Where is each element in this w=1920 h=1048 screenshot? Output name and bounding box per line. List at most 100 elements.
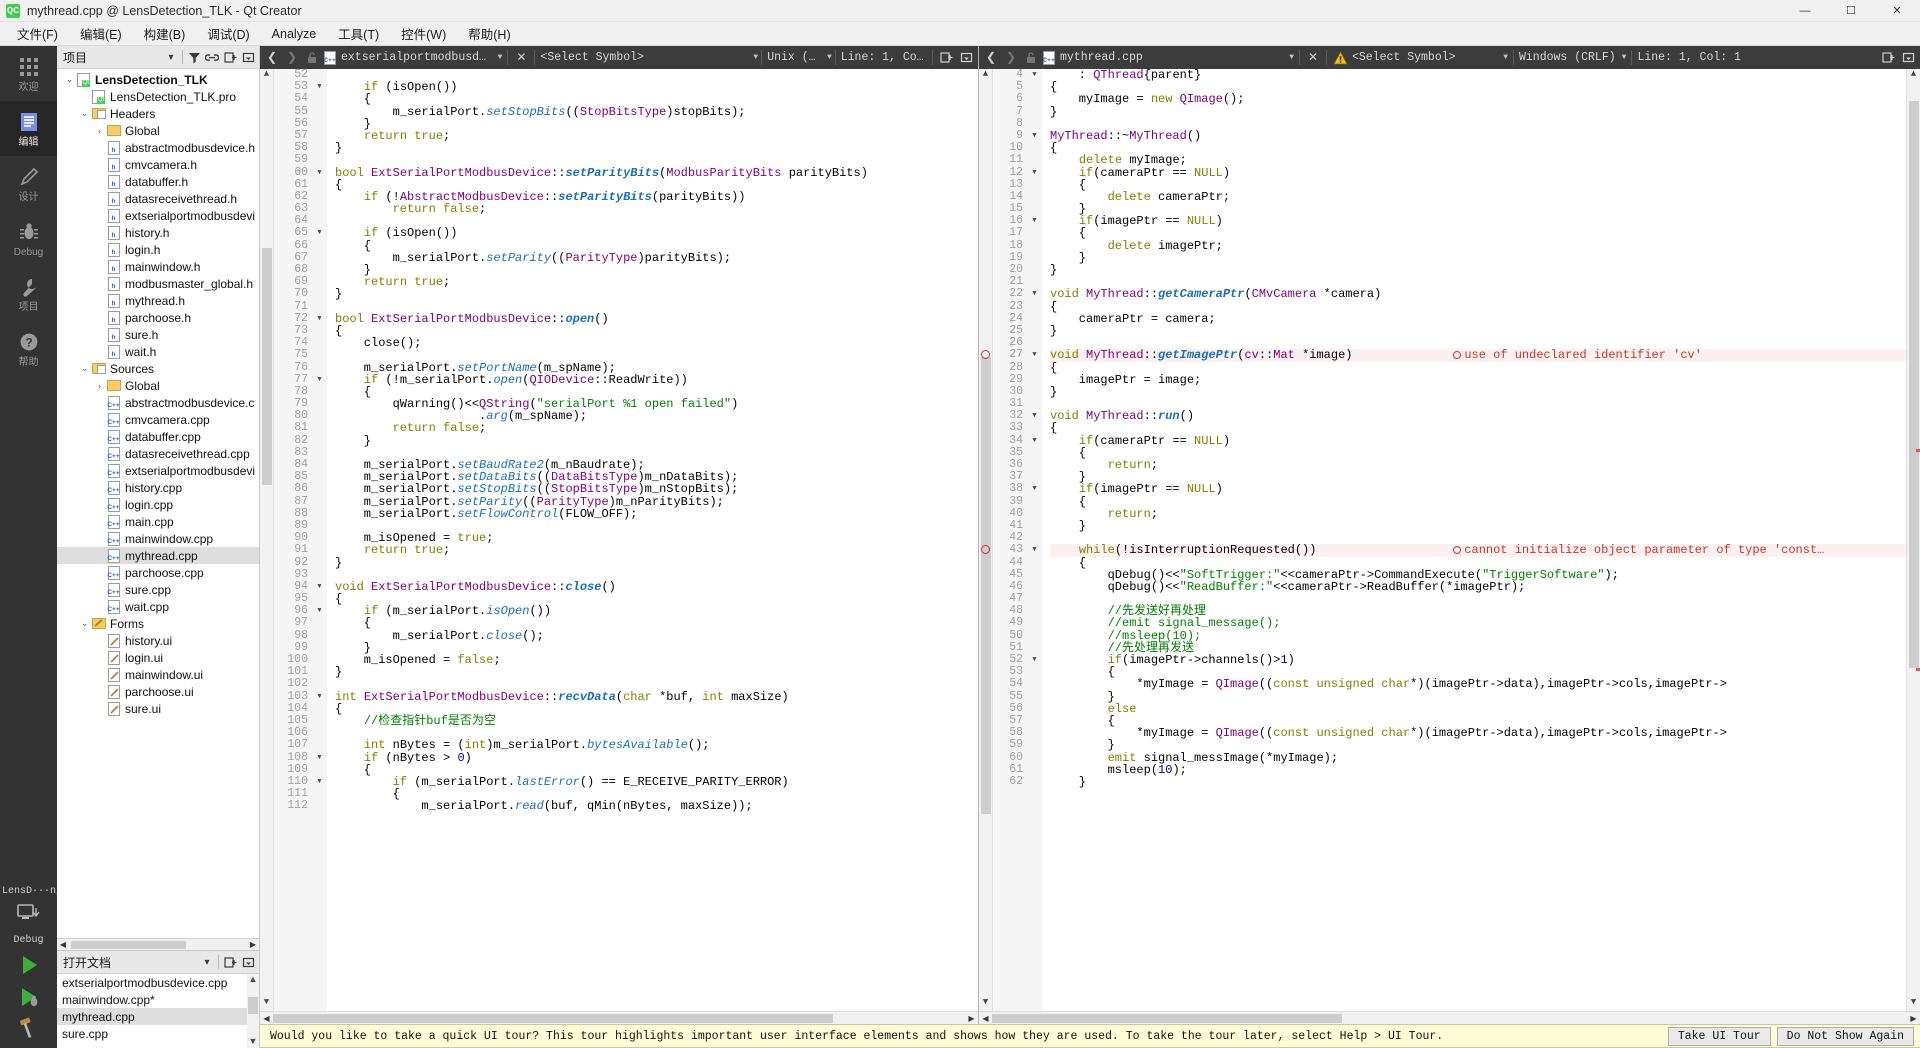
editor-left-code-area[interactable]: ▲ ▼ 52 53 54 55 56 57 58 59 60 61 62 63 64 65 66 67 68 69… xyxy=(260,69,978,1011)
menu-debug[interactable]: 调试(D) xyxy=(196,21,260,46)
hscroll-thumb[interactable] xyxy=(273,1013,833,1023)
code-line[interactable]: while(!isInterruptionRequested()) cannot… xyxy=(1050,544,1906,557)
code-line[interactable]: myImage = new QImage(); xyxy=(1050,93,1906,105)
split-editor-icon[interactable] xyxy=(936,48,956,68)
fold-marker-icon[interactable]: ▼ xyxy=(312,581,327,593)
tree-item-databuffer-cpp[interactable]: C++ databuffer.cpp xyxy=(57,428,259,445)
open-documents-vscrollbar[interactable]: ▲ ▼ xyxy=(247,974,259,1048)
code-line[interactable]: msleep(10); xyxy=(1050,763,1906,775)
tree-item-sure-ui[interactable]: sure.ui xyxy=(57,700,259,717)
code-line[interactable]: if(imagePtr == NULL) xyxy=(1050,215,1906,227)
tree-item-extserialportmodbusdevi[interactable]: h extserialportmodbusdevi xyxy=(57,207,259,224)
tree-item-datasreceivethread-h[interactable]: h datasreceivethread.h xyxy=(57,190,259,207)
filter-icon[interactable] xyxy=(185,48,203,66)
chevron-down-icon[interactable]: ▾ xyxy=(198,953,216,971)
close-button[interactable]: ✕ xyxy=(1874,0,1920,22)
tree-item-lensdetection-tlk[interactable]: ⌄ LensDetection_TLK xyxy=(57,71,259,88)
code-line[interactable]: if (isOpen()) xyxy=(335,81,978,93)
code-line[interactable]: m_serialPort.setParity((ParityType)parit… xyxy=(335,252,978,264)
code-line[interactable]: close(); xyxy=(335,337,978,349)
tree-item-extserialportmodbusdevi[interactable]: C++ extserialportmodbusdevi xyxy=(57,462,259,479)
editor-left-file-combo[interactable]: C++ extserialportmodbusdevic··· ▼ xyxy=(322,48,504,68)
menu-analyze[interactable]: Analyze xyxy=(261,24,327,44)
fold-marker-icon[interactable]: ▼ xyxy=(312,81,327,93)
chevron-down-icon[interactable]: ▾ xyxy=(162,48,180,66)
code-line[interactable]: //检查指针buf是否为空 xyxy=(335,715,978,727)
tree-item-lensdetection-tlk-pro[interactable]: LensDetection_TLK.pro xyxy=(57,88,259,105)
code-line[interactable]: } xyxy=(335,434,978,446)
split-icon[interactable] xyxy=(221,953,239,971)
code-line[interactable]: } xyxy=(1050,325,1906,337)
chevron-right-icon[interactable]: › xyxy=(93,126,106,136)
chevron-right-icon[interactable]: › xyxy=(93,381,106,391)
code-line[interactable]: return false; xyxy=(335,422,978,434)
editor-right-hscrollbar[interactable]: ◀ ▶ xyxy=(979,1011,1920,1024)
editor-right-symbol-combo[interactable]: <Select Symbol> ▼ xyxy=(1350,48,1510,68)
code-line[interactable]: return true; xyxy=(335,276,978,288)
editor-right-file-combo[interactable]: C++ mythread.cpp ▼ xyxy=(1041,48,1296,68)
open-documents-list[interactable]: extserialportmodbusdevice.cpp mainwindow.… xyxy=(57,974,259,1048)
editor-right-fold-column[interactable]: ▼ ▼ ▼ ▼ ▼ ▼ ▼ ▼ ▼ ▼ ▼ xyxy=(1027,69,1042,1011)
code-line[interactable]: *myImage = QImage((const unsigned char*)… xyxy=(1050,727,1906,739)
tree-item-login-ui[interactable]: login.ui xyxy=(57,649,259,666)
code-line[interactable]: { xyxy=(335,239,978,251)
code-line[interactable]: if (nBytes > 0) xyxy=(335,751,978,763)
fold-marker-icon[interactable]: ▼ xyxy=(1027,349,1042,361)
fold-marker-icon[interactable]: ▼ xyxy=(1027,288,1042,300)
fold-marker-icon[interactable]: ▼ xyxy=(312,605,327,617)
code-line[interactable]: bool ExtSerialPortModbusDevice::open() xyxy=(335,313,978,325)
tree-item-login-h[interactable]: h login.h xyxy=(57,241,259,258)
chevron-down-icon[interactable]: ⌄ xyxy=(78,618,91,629)
scroll-right-icon[interactable]: ▶ xyxy=(965,1012,978,1025)
code-line[interactable]: delete cameraPtr; xyxy=(1050,191,1906,203)
chevron-down-icon[interactable]: ▼ xyxy=(1622,53,1627,62)
code-line[interactable]: { xyxy=(1050,361,1906,373)
code-line[interactable]: if (m_serialPort.isOpen()) xyxy=(335,605,978,617)
tree-item-cmvcamera-cpp[interactable]: C++ cmvcamera.cpp xyxy=(57,411,259,428)
scroll-down-icon[interactable]: ▼ xyxy=(1911,997,1916,1011)
tree-item-mainwindow-cpp[interactable]: C++ mainwindow.cpp xyxy=(57,530,259,547)
code-line[interactable]: m_serialPort.setStopBits((StopBitsType)s… xyxy=(335,105,978,117)
code-line[interactable]: emit signal_messImage(*myImage); xyxy=(1050,751,1906,763)
fold-marker-icon[interactable]: ▼ xyxy=(1027,410,1042,422)
chevron-down-icon[interactable]: ▼ xyxy=(827,53,832,62)
scroll-up-icon[interactable]: ▲ xyxy=(264,69,269,83)
chevron-down-icon[interactable]: ⌄ xyxy=(78,363,91,374)
tree-item-sure-cpp[interactable]: C++ sure.cpp xyxy=(57,581,259,598)
tree-item-modbusmaster-global-h[interactable]: h modbusmaster_global.h xyxy=(57,275,259,292)
warning-triangle-icon[interactable] xyxy=(1330,48,1350,68)
tree-item-abstractmodbusdevice-h[interactable]: h abstractmodbusdevice.h xyxy=(57,139,259,156)
code-line[interactable]: m_serialPort.setPortName(m_spName); xyxy=(335,361,978,373)
vscroll-thumb[interactable] xyxy=(248,997,258,1014)
code-line[interactable]: m_serialPort.setFlowControl(FLOW_OFF); xyxy=(335,508,978,520)
tree-item-wait-h[interactable]: h wait.h xyxy=(57,343,259,360)
code-line[interactable]: m_serialPort.setParity((ParityType)m_nPa… xyxy=(335,495,978,507)
fold-marker-icon[interactable]: ▼ xyxy=(1027,130,1042,142)
do-not-show-again-button[interactable]: Do Not Show Again xyxy=(1776,1026,1914,1046)
code-line[interactable]: m_serialPort.setStopBits((StopBitsType)m… xyxy=(335,483,978,495)
code-line[interactable]: if(cameraPtr == NULL) xyxy=(1050,434,1906,446)
code-line[interactable]: } xyxy=(335,142,978,154)
code-line[interactable]: } xyxy=(335,288,978,300)
chevron-down-icon[interactable]: ▼ xyxy=(753,53,758,62)
fold-marker-icon[interactable]: ▼ xyxy=(1027,167,1042,179)
code-line[interactable]: m_serialPort.read(buf, qMin(nBytes, maxS… xyxy=(335,800,978,812)
scroll-down-icon[interactable]: ▼ xyxy=(983,997,988,1011)
editor-right-vscrollbar[interactable]: ▲ ▼ xyxy=(1906,69,1920,1011)
code-line[interactable]: } xyxy=(1050,739,1906,751)
kit-selector-label[interactable]: LensD···n_TLK xyxy=(0,882,80,899)
vscroll-track[interactable] xyxy=(247,986,259,1036)
tree-item-headers[interactable]: ⌄ Headers xyxy=(57,105,259,122)
code-line[interactable]: return; xyxy=(1050,508,1906,520)
fold-marker-icon[interactable]: ▼ xyxy=(1027,69,1042,81)
code-line[interactable]: if (!m_serialPort.open(QIODevice::ReadWr… xyxy=(335,373,978,385)
open-document-mythread-cpp[interactable]: mythread.cpp xyxy=(57,1008,259,1025)
fold-marker-icon[interactable]: ▼ xyxy=(312,776,327,788)
code-line[interactable]: m_isOpened = false; xyxy=(335,654,978,666)
code-line[interactable]: return true; xyxy=(335,544,978,556)
code-line[interactable]: int nBytes = (int)m_serialPort.bytesAvai… xyxy=(335,739,978,751)
code-line[interactable]: return; xyxy=(1050,459,1906,471)
chevron-down-icon[interactable]: ▼ xyxy=(1289,53,1294,62)
code-line[interactable]: void ExtSerialPortModbusDevice::close() xyxy=(335,581,978,593)
code-line[interactable]: bool ExtSerialPortModbusDevice::setParit… xyxy=(335,166,978,178)
